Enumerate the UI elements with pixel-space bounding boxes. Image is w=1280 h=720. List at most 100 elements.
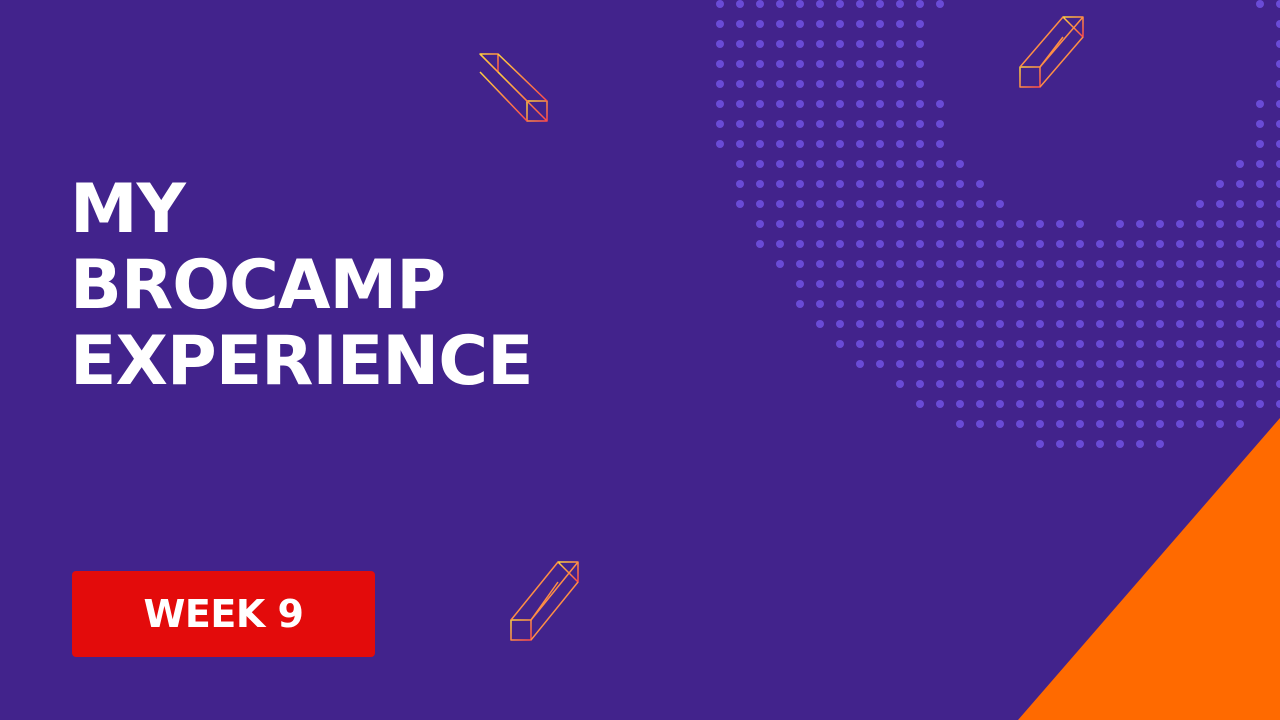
pattern-dot: [756, 60, 764, 68]
pattern-dot: [836, 60, 844, 68]
pattern-dot: [1016, 240, 1024, 248]
pattern-dot: [1236, 380, 1244, 388]
pattern-dot: [1276, 280, 1280, 288]
pattern-dot: [796, 200, 804, 208]
pattern-dot: [976, 280, 984, 288]
pattern-dot: [1236, 360, 1244, 368]
pattern-dot: [876, 280, 884, 288]
pattern-dot: [796, 260, 804, 268]
pattern-dot: [996, 340, 1004, 348]
pattern-dot: [1056, 300, 1064, 308]
pattern-dot: [1076, 300, 1084, 308]
pattern-dot: [796, 40, 804, 48]
pattern-dot: [736, 140, 744, 148]
pattern-dot: [816, 240, 824, 248]
pattern-dot: [836, 160, 844, 168]
pattern-dot: [896, 360, 904, 368]
outline-prism-bottom: [510, 561, 579, 641]
pattern-dot: [916, 300, 924, 308]
pattern-dot: [976, 380, 984, 388]
pattern-dot: [756, 240, 764, 248]
pattern-dot: [1236, 280, 1244, 288]
pattern-dot: [796, 240, 804, 248]
pattern-dot: [1236, 240, 1244, 248]
pattern-dot: [1216, 400, 1224, 408]
pattern-dot: [1156, 220, 1164, 228]
pattern-dot: [1216, 280, 1224, 288]
pattern-dot: [1236, 300, 1244, 308]
pattern-dot: [1116, 260, 1124, 268]
pattern-dot: [1016, 380, 1024, 388]
pattern-dot: [1276, 400, 1280, 408]
pattern-dot: [1276, 300, 1280, 308]
pattern-dot: [1196, 320, 1204, 328]
pattern-dot: [716, 20, 724, 28]
pattern-dot: [916, 200, 924, 208]
pattern-dot: [1156, 260, 1164, 268]
pattern-dot: [1236, 420, 1244, 428]
pattern-dot: [1036, 220, 1044, 228]
pattern-dot: [996, 300, 1004, 308]
pattern-dot: [856, 80, 864, 88]
pattern-dot: [896, 140, 904, 148]
title-line-3: EXPERIENCE: [70, 322, 534, 401]
pattern-dot: [876, 100, 884, 108]
pattern-dot: [856, 240, 864, 248]
pattern-dot: [836, 240, 844, 248]
pattern-dot: [1016, 280, 1024, 288]
pattern-dot: [856, 320, 864, 328]
pattern-dot: [1116, 400, 1124, 408]
pattern-dot: [836, 180, 844, 188]
pattern-dot: [736, 20, 744, 28]
pattern-dot: [736, 40, 744, 48]
pattern-dot: [956, 360, 964, 368]
pattern-dot: [856, 180, 864, 188]
pattern-dot: [1256, 400, 1264, 408]
pattern-dot: [1076, 280, 1084, 288]
pattern-dot: [816, 160, 824, 168]
pattern-dot: [1256, 280, 1264, 288]
pattern-dot: [1136, 300, 1144, 308]
pattern-dot: [976, 300, 984, 308]
pattern-dot: [1256, 220, 1264, 228]
pattern-dot: [1036, 420, 1044, 428]
pattern-dot: [856, 20, 864, 28]
pattern-dot: [776, 80, 784, 88]
pattern-dot: [1116, 240, 1124, 248]
pattern-dot: [1276, 20, 1280, 28]
pattern-dot: [936, 260, 944, 268]
pattern-dot: [1116, 320, 1124, 328]
pattern-dot: [956, 420, 964, 428]
pattern-dot: [816, 20, 824, 28]
pattern-dot: [796, 60, 804, 68]
pattern-dot: [1056, 220, 1064, 228]
pattern-dot: [776, 100, 784, 108]
pattern-dot: [896, 80, 904, 88]
pattern-dot: [1256, 160, 1264, 168]
pattern-dot: [1276, 220, 1280, 228]
pattern-dot: [1056, 380, 1064, 388]
pattern-dot: [896, 240, 904, 248]
pattern-dot: [1276, 40, 1280, 48]
pattern-dot: [896, 280, 904, 288]
pattern-dot: [1156, 240, 1164, 248]
pattern-dot: [876, 60, 884, 68]
pattern-dot: [876, 120, 884, 128]
pattern-dot: [1156, 420, 1164, 428]
pattern-dot: [976, 400, 984, 408]
pattern-dot: [1156, 320, 1164, 328]
pattern-dot: [1056, 420, 1064, 428]
pattern-dot: [1176, 240, 1184, 248]
pattern-dot: [1176, 320, 1184, 328]
pattern-dot: [836, 340, 844, 348]
pattern-dot: [1136, 320, 1144, 328]
pattern-dot: [1256, 340, 1264, 348]
pattern-dot: [1156, 400, 1164, 408]
pattern-dot: [756, 0, 764, 8]
pattern-dot: [1116, 280, 1124, 288]
pattern-dot: [936, 340, 944, 348]
pattern-dot: [836, 80, 844, 88]
pattern-dot: [756, 200, 764, 208]
pattern-dot: [1096, 440, 1104, 448]
pattern-dot: [1076, 220, 1084, 228]
